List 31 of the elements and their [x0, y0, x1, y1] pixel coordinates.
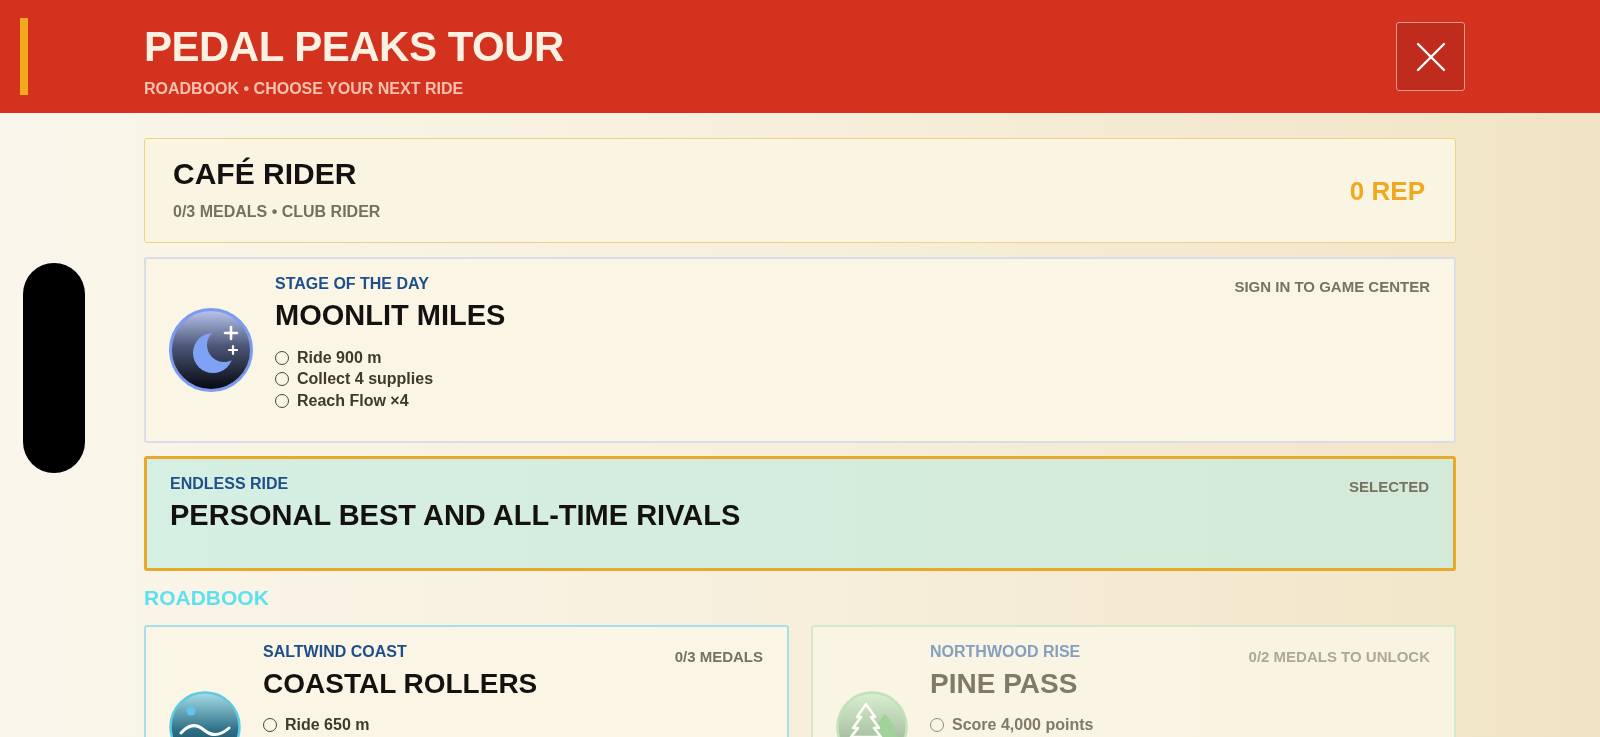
stage-title: PINE PASS: [930, 670, 1078, 698]
app-title: PEDAL PEAKS TOUR: [144, 25, 564, 68]
objective-text: Collect 4 supplies: [297, 371, 434, 388]
breadcrumb-text: ROADBOOK • CHOOSE YOUR NEXT RIDE: [144, 80, 464, 97]
section-heading: ROADBOOK: [144, 587, 269, 608]
rep-points: 0 REP: [1349, 177, 1425, 204]
rider-name: CAFÉ RIDER: [173, 159, 357, 189]
stage-card[interactable]: SALTWIND COAST COASTAL ROLLERS Ride 650 m 0/3 MEDALS: [144, 625, 789, 737]
objective-text: Ride 900 m: [297, 349, 382, 366]
wave-icon: [169, 691, 241, 737]
ride-card[interactable]: STAGE OF THE DAY MOONLIT MILES Ride 900 m Collect 4 supplies Reach Flow ×4 SIGN IN TO GAME CENTER: [144, 257, 1456, 443]
region-label: NORTHWOOD RISE: [930, 644, 1081, 660]
status-text: SELECTED: [1349, 479, 1429, 494]
medal-progress: 0/3 MEDALS: [674, 649, 763, 664]
stage-title: COASTAL ROLLERS: [263, 670, 538, 698]
ride-label: ENDLESS RIDE: [170, 476, 289, 492]
objective-text: Score 4,000 points: [952, 716, 1094, 733]
stage-card[interactable]: NORTHWOOD RISE PINE PASS Score 4,000 points 0/2 MEDALS TO UNLOCK: [811, 625, 1456, 737]
pine-trees-icon: [836, 691, 908, 737]
close-icon: [1415, 41, 1446, 72]
ride-label: STAGE OF THE DAY: [275, 276, 429, 292]
close-button[interactable]: [1396, 22, 1465, 91]
ride-title: PERSONAL BEST AND ALL-TIME RIVALS: [170, 501, 741, 530]
region-label: SALTWIND COAST: [263, 644, 407, 660]
ride-card[interactable]: ENDLESS RIDE PERSONAL BEST AND ALL-TIME RIVALS SELECTED: [144, 456, 1456, 571]
status-text: SIGN IN TO GAME CENTER: [1234, 279, 1430, 294]
ride-title: MOONLIT MILES: [275, 301, 506, 330]
objective-text: Reach Flow ×4: [297, 392, 409, 409]
objective-text: Ride 650 m: [285, 716, 370, 733]
medal-progress: 0/2 MEDALS TO UNLOCK: [1248, 649, 1430, 664]
rider-stats: 0/3 MEDALS • CLUB RIDER: [173, 204, 381, 220]
